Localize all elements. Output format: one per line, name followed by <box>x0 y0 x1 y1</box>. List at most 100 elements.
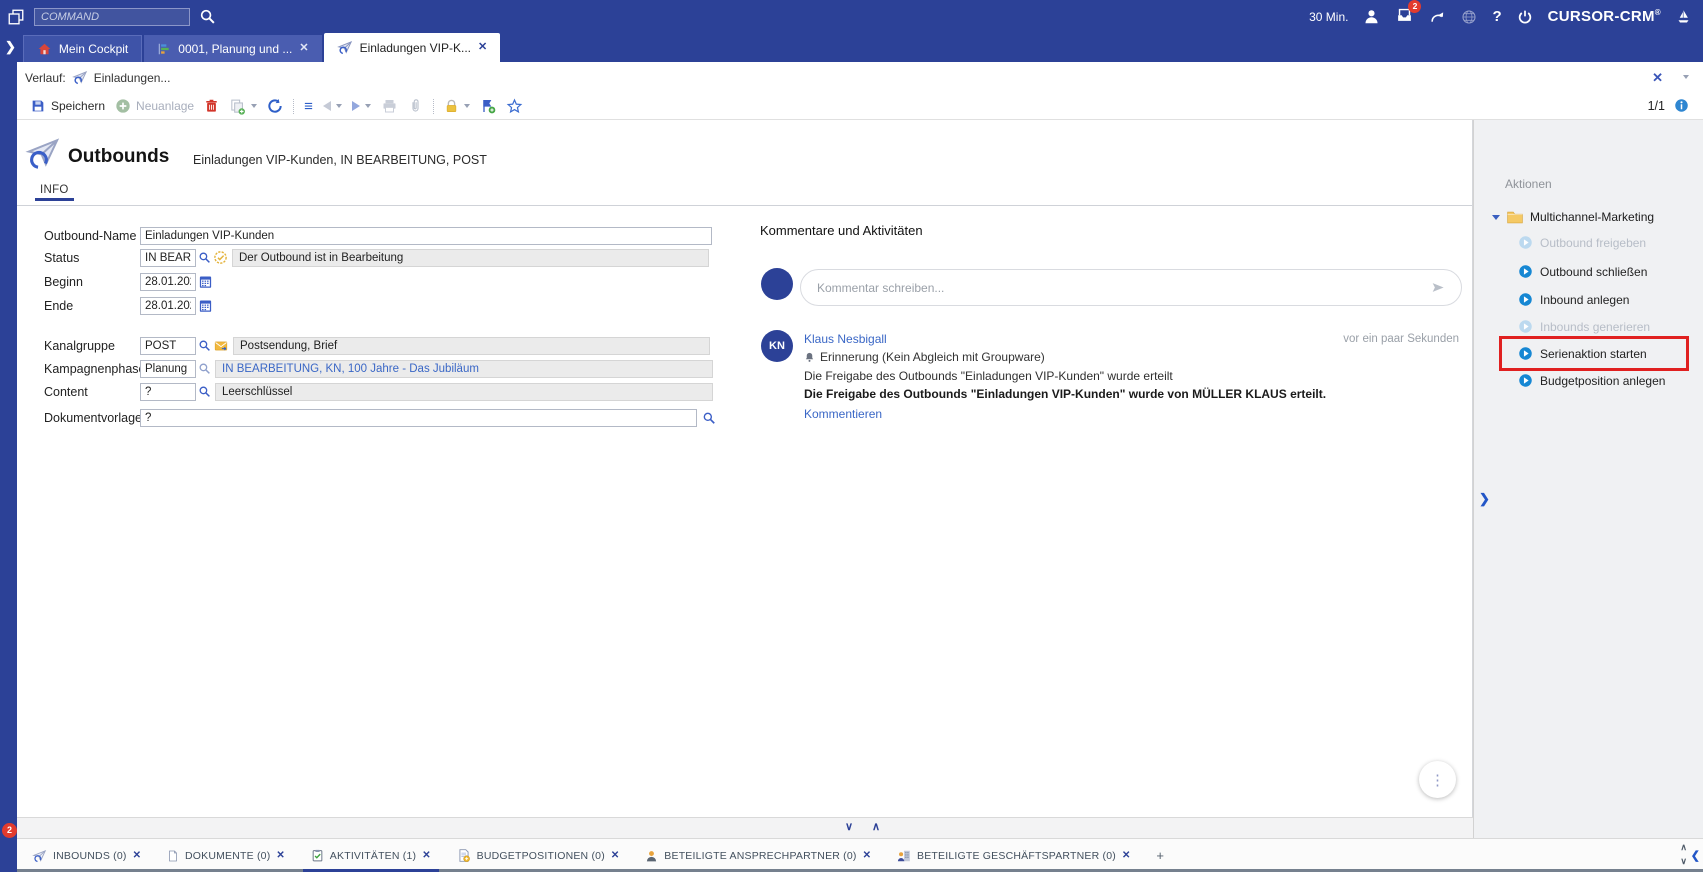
comment-input[interactable] <box>817 281 1429 295</box>
action-inbound-anlegen[interactable]: Inbound anlegen <box>1518 291 1629 308</box>
kampagnenphase-input[interactable] <box>140 360 196 378</box>
inbox-tray-button[interactable]: 2 <box>1395 6 1414 28</box>
delete-trash-icon[interactable] <box>204 98 219 114</box>
tab-beteiligte-geschaeftspartner[interactable]: BETEILIGTE GESCHÄFTSPARTNER (0) ✕ <box>897 839 1130 872</box>
tab-aktivitaeten[interactable]: AKTIVITÄTEN (1) ✕ <box>311 839 431 872</box>
close-icon[interactable]: ✕ <box>611 850 619 861</box>
tab-dokumente[interactable]: DOKUMENTE (0) ✕ <box>167 839 285 872</box>
nav-next-button[interactable] <box>352 101 371 111</box>
tab-beteiligte-ansprechpartner[interactable]: BETEILIGTE ANSPRECHPARTNER (0) ✕ <box>645 839 871 872</box>
close-icon[interactable]: ✕ <box>863 850 871 861</box>
tab-label: 0001, Planung und ... <box>178 42 292 56</box>
close-icon[interactable]: ✕ <box>1122 850 1130 861</box>
dokumentvorlage-input[interactable] <box>140 409 697 427</box>
tabstrip-expand-icon[interactable]: ❯ <box>5 39 16 55</box>
beginn-date-input[interactable] <box>140 273 196 291</box>
sidebar-alert-badge[interactable]: 2 <box>2 823 17 838</box>
comments-heading: Kommentare und Aktivitäten <box>760 223 923 238</box>
comment-link[interactable]: Kommentieren <box>804 407 882 421</box>
more-options-button[interactable]: ⋮ <box>1419 761 1456 798</box>
expand-up-icon[interactable]: ∧ <box>872 820 880 833</box>
close-icon[interactable]: ✕ <box>1652 70 1663 86</box>
chevron-down-icon[interactable] <box>251 104 257 108</box>
paperclip-icon[interactable] <box>408 98 423 114</box>
tab-mein-cockpit[interactable]: Mein Cockpit <box>23 35 142 62</box>
history-entry[interactable]: Einladungen... <box>94 71 171 85</box>
actions-group-multichannel[interactable]: Multichannel-Marketing <box>1492 210 1654 224</box>
outbound-name-input[interactable] <box>140 227 712 245</box>
print-icon[interactable] <box>381 98 398 114</box>
close-icon[interactable]: ✕ <box>422 850 430 861</box>
search-icon[interactable] <box>199 8 216 25</box>
lock-button[interactable] <box>444 98 470 114</box>
comment-composer <box>800 269 1462 306</box>
tab-inbounds[interactable]: INBOUNDS (0) ✕ <box>32 839 141 872</box>
kampagnenphase-link[interactable]: IN BEARBEITUNG, KN, 100 Jahre - Das Jubi… <box>215 360 713 378</box>
play-circle-icon <box>1518 373 1533 388</box>
favorite-star-icon[interactable] <box>506 98 523 114</box>
activity-reminder-text: Erinnerung (Kein Abgleich mit Groupware) <box>820 350 1045 364</box>
save-button[interactable]: Speichern <box>30 98 105 114</box>
action-inbounds-generieren[interactable]: Inbounds generieren <box>1518 318 1650 335</box>
refresh-icon[interactable] <box>267 98 283 114</box>
calendar-icon[interactable] <box>198 298 213 313</box>
form-row-kampagnenphase: Kampagnenphase IN BEARBEITUNG, KN, 100 J… <box>44 359 713 378</box>
chevron-down-icon[interactable] <box>1492 215 1500 220</box>
ende-date-input[interactable] <box>140 297 196 315</box>
close-icon[interactable]: ✕ <box>299 43 308 54</box>
form-row-outbound-name: Outbound-Name <box>44 226 712 245</box>
left-sidebar-strip[interactable] <box>0 62 17 872</box>
tab-einladungen-active[interactable]: Einladungen VIP-K... ✕ <box>324 33 501 62</box>
copy-record-button[interactable] <box>229 98 257 115</box>
send-icon[interactable] <box>1429 280 1447 295</box>
chevron-down-icon[interactable] <box>365 104 371 108</box>
calendar-icon[interactable] <box>198 274 213 289</box>
chevron-down-icon[interactable] <box>1683 75 1689 79</box>
new-record-button[interactable]: Neuanlage <box>115 98 194 114</box>
tab-info[interactable]: INFO <box>40 184 69 196</box>
help-button[interactable]: ? <box>1492 8 1501 25</box>
nav-previous-button[interactable] <box>323 101 342 111</box>
paper-plane-icon <box>72 70 88 85</box>
close-icon[interactable]: ✕ <box>276 850 284 861</box>
windows-icon[interactable] <box>7 8 25 26</box>
activity-author-link[interactable]: Klaus Nesbigall <box>804 332 887 346</box>
info-icon[interactable] <box>1674 98 1689 113</box>
lookup-search-icon[interactable] <box>198 385 211 398</box>
action-outbound-freigeben[interactable]: Outbound freigeben <box>1518 234 1646 251</box>
panel-expand-icon[interactable]: ❯ <box>1479 491 1490 507</box>
kanalgruppe-input[interactable] <box>140 337 196 355</box>
close-icon[interactable]: ✕ <box>133 850 141 861</box>
menu-icon[interactable]: ≡ <box>304 99 313 114</box>
tab-budgetpositionen[interactable]: BUDGETPOSITIONEN (0) ✕ <box>457 839 620 872</box>
chevron-down-icon[interactable] <box>336 104 342 108</box>
tab-planung[interactable]: 0001, Planung und ... ✕ <box>144 35 321 62</box>
action-budgetposition-anlegen[interactable]: Budgetposition anlegen <box>1518 372 1665 389</box>
lookup-search-icon[interactable] <box>198 362 211 375</box>
flag-add-icon[interactable] <box>480 98 496 114</box>
add-tab-button[interactable]: + <box>1156 848 1164 863</box>
highlight-box <box>1499 336 1689 371</box>
scroll-down-icon[interactable]: ∨ <box>1680 855 1687 868</box>
command-input[interactable] <box>34 8 190 26</box>
close-icon[interactable]: ✕ <box>478 42 487 53</box>
scroll-up-icon[interactable]: ∧ <box>1680 841 1687 854</box>
globe-icon[interactable] <box>1461 9 1477 25</box>
content-input[interactable] <box>140 383 196 401</box>
power-icon[interactable] <box>1517 9 1533 25</box>
collapse-down-icon[interactable]: ∨ <box>845 820 853 833</box>
field-label: Beginn <box>44 275 140 289</box>
action-outbound-schliessen[interactable]: Outbound schließen <box>1518 263 1647 280</box>
lookup-search-icon[interactable] <box>198 339 211 352</box>
page-subtitle: Einladungen VIP-Kunden, IN BEARBEITUNG, … <box>193 153 487 167</box>
play-circle-icon <box>1518 292 1533 307</box>
lookup-search-icon[interactable] <box>198 251 211 264</box>
status-input[interactable] <box>140 249 196 267</box>
user-icon[interactable] <box>1363 8 1380 25</box>
lookup-search-icon[interactable] <box>702 411 716 425</box>
redo-arrow-icon[interactable] <box>1429 9 1446 25</box>
history-label: Verlauf: <box>25 71 66 85</box>
paper-plane-icon <box>337 40 353 55</box>
chevron-down-icon[interactable] <box>464 104 470 108</box>
collapse-left-icon[interactable]: ❮ <box>1691 849 1700 862</box>
